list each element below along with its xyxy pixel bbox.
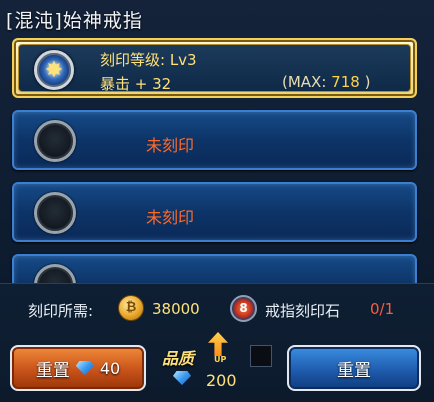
engrave-slot-3[interactable]: 未刻印 [12,182,417,242]
reset-button[interactable]: 重置 [287,345,421,391]
reset-label: 重置 [337,360,371,381]
reset-cost: 40 [99,358,121,378]
empty-slot-ring-icon [34,192,76,234]
slot-status: 未刻印 [146,208,195,227]
requirement-label: 刻印所需: [28,302,94,320]
stone-name: 戒指刻印石 [265,302,341,320]
quality-up-label[interactable]: 品质 [162,345,194,369]
engrave-panel: [混沌]始神戒指 ✸ 刻印等级: Lv3 暴击 + 32 (MAX: 718 )… [0,0,434,402]
diamond-icon [75,361,94,375]
empty-slot-ring-icon [34,120,76,162]
engrave-level: 刻印等级: Lv3 [100,51,197,69]
item-title: [混沌]始神戒指 [6,10,143,32]
gold-amount: 38000 [152,300,200,318]
engrave-medal-icon: ✸ [34,50,74,90]
slot-status: 未刻印 [146,136,195,155]
engrave-slot-2[interactable]: 未刻印 [12,110,417,170]
gold-coin-icon: ₿ [118,295,144,321]
quality-checkbox[interactable] [250,345,272,367]
stone-count: 0/1 [370,300,395,318]
quality-cost: 200 [206,371,237,390]
engrave-stone-icon: 8 [230,295,257,322]
engrave-max: (MAX: 718 ) [282,73,371,91]
reset-label: 重置 [35,360,70,381]
reset-diamond-button[interactable]: 重置 40 [10,345,146,391]
engrave-stat: 暴击 + 32 [100,75,172,93]
engrave-slot-1[interactable]: ✸ 刻印等级: Lv3 暴击 + 32 (MAX: 718 ) [12,38,417,98]
quality-up-text: UP [214,355,227,364]
